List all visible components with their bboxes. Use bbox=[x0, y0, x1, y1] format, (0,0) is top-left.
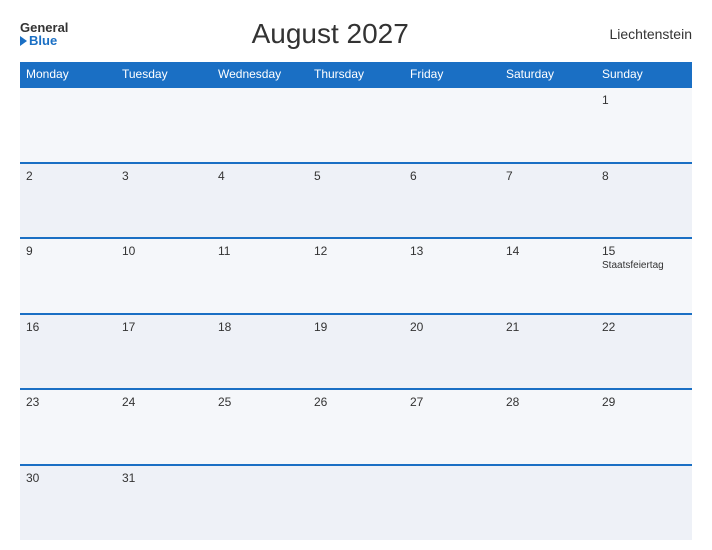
calendar-cell: 10 bbox=[116, 238, 212, 314]
day-number: 25 bbox=[218, 395, 302, 409]
day-number: 6 bbox=[410, 169, 494, 183]
calendar-week-row: 1 bbox=[20, 87, 692, 163]
calendar-cell: 5 bbox=[308, 163, 404, 239]
page-header: General Blue August 2027 Liechtenstein bbox=[20, 18, 692, 50]
day-number: 24 bbox=[122, 395, 206, 409]
calendar-cell: 6 bbox=[404, 163, 500, 239]
calendar-week-row: 2345678 bbox=[20, 163, 692, 239]
day-number: 13 bbox=[410, 244, 494, 258]
calendar-cell: 4 bbox=[212, 163, 308, 239]
day-number: 26 bbox=[314, 395, 398, 409]
calendar-cell bbox=[212, 87, 308, 163]
calendar-cell: 16 bbox=[20, 314, 116, 390]
calendar-cell bbox=[500, 465, 596, 541]
country-name: Liechtenstein bbox=[592, 26, 692, 42]
day-number: 15 bbox=[602, 244, 686, 258]
day-number: 17 bbox=[122, 320, 206, 334]
weekday-header-saturday: Saturday bbox=[500, 62, 596, 87]
event-label: Staatsfeiertag bbox=[602, 260, 686, 271]
calendar-cell bbox=[20, 87, 116, 163]
day-number: 23 bbox=[26, 395, 110, 409]
calendar-week-row: 30 31 bbox=[20, 465, 692, 541]
calendar-cell bbox=[308, 87, 404, 163]
weekday-header-sunday: Sunday bbox=[596, 62, 692, 87]
weekday-header-thursday: Thursday bbox=[308, 62, 404, 87]
day-number: 12 bbox=[314, 244, 398, 258]
calendar-cell bbox=[596, 465, 692, 541]
calendar-cell: 18 bbox=[212, 314, 308, 390]
day-number: 31 bbox=[122, 471, 206, 485]
weekday-header-wednesday: Wednesday bbox=[212, 62, 308, 87]
day-number: 20 bbox=[410, 320, 494, 334]
calendar-cell bbox=[404, 465, 500, 541]
day-number: 28 bbox=[506, 395, 590, 409]
calendar-week-row: 16 17 18 19 20 21 22 bbox=[20, 314, 692, 390]
logo-blue-text: Blue bbox=[20, 34, 68, 47]
calendar-cell bbox=[116, 87, 212, 163]
calendar-cell: 7 bbox=[500, 163, 596, 239]
calendar-cell: 22 bbox=[596, 314, 692, 390]
weekday-header-monday: Monday bbox=[20, 62, 116, 87]
calendar-cell: 2 bbox=[20, 163, 116, 239]
day-number: 4 bbox=[218, 169, 302, 183]
day-number: 1 bbox=[602, 93, 686, 107]
day-number: 19 bbox=[314, 320, 398, 334]
calendar-cell: 15 Staatsfeiertag bbox=[596, 238, 692, 314]
calendar-cell: 23 bbox=[20, 389, 116, 465]
calendar-cell: 11 bbox=[212, 238, 308, 314]
calendar-cell: 20 bbox=[404, 314, 500, 390]
calendar-cell: 1 bbox=[596, 87, 692, 163]
logo-triangle-icon bbox=[20, 36, 27, 46]
day-number: 22 bbox=[602, 320, 686, 334]
calendar-cell: 9 bbox=[20, 238, 116, 314]
calendar-week-row: 23 24 25 26 27 28 29 bbox=[20, 389, 692, 465]
calendar-cell bbox=[212, 465, 308, 541]
calendar-cell: 8 bbox=[596, 163, 692, 239]
day-number: 11 bbox=[218, 244, 302, 258]
day-number: 27 bbox=[410, 395, 494, 409]
calendar-cell: 24 bbox=[116, 389, 212, 465]
calendar-cell: 21 bbox=[500, 314, 596, 390]
day-number: 7 bbox=[506, 169, 590, 183]
calendar-cell: 3 bbox=[116, 163, 212, 239]
calendar-cell: 30 bbox=[20, 465, 116, 541]
calendar-cell: 17 bbox=[116, 314, 212, 390]
calendar-cell bbox=[500, 87, 596, 163]
day-number: 10 bbox=[122, 244, 206, 258]
day-number: 8 bbox=[602, 169, 686, 183]
day-number: 16 bbox=[26, 320, 110, 334]
calendar-cell: 14 bbox=[500, 238, 596, 314]
day-number: 9 bbox=[26, 244, 110, 258]
calendar-cell: 29 bbox=[596, 389, 692, 465]
calendar-week-row: 9 10 11 12 13 14 15 Staatsfeiertag bbox=[20, 238, 692, 314]
day-number: 5 bbox=[314, 169, 398, 183]
logo: General Blue bbox=[20, 21, 68, 47]
calendar-cell bbox=[404, 87, 500, 163]
day-number: 3 bbox=[122, 169, 206, 183]
calendar-cell: 12 bbox=[308, 238, 404, 314]
day-number: 2 bbox=[26, 169, 110, 183]
day-number: 14 bbox=[506, 244, 590, 258]
weekday-header-friday: Friday bbox=[404, 62, 500, 87]
calendar-cell: 13 bbox=[404, 238, 500, 314]
calendar-cell: 28 bbox=[500, 389, 596, 465]
calendar-cell: 25 bbox=[212, 389, 308, 465]
day-number: 21 bbox=[506, 320, 590, 334]
day-number: 30 bbox=[26, 471, 110, 485]
calendar-title: August 2027 bbox=[68, 18, 592, 50]
calendar-cell bbox=[308, 465, 404, 541]
calendar-cell: 26 bbox=[308, 389, 404, 465]
weekday-header-tuesday: Tuesday bbox=[116, 62, 212, 87]
calendar-cell: 19 bbox=[308, 314, 404, 390]
day-number: 18 bbox=[218, 320, 302, 334]
weekday-header-row: MondayTuesdayWednesdayThursdayFridaySatu… bbox=[20, 62, 692, 87]
calendar-cell: 31 bbox=[116, 465, 212, 541]
day-number: 29 bbox=[602, 395, 686, 409]
calendar-table: MondayTuesdayWednesdayThursdayFridaySatu… bbox=[20, 62, 692, 540]
calendar-cell: 27 bbox=[404, 389, 500, 465]
